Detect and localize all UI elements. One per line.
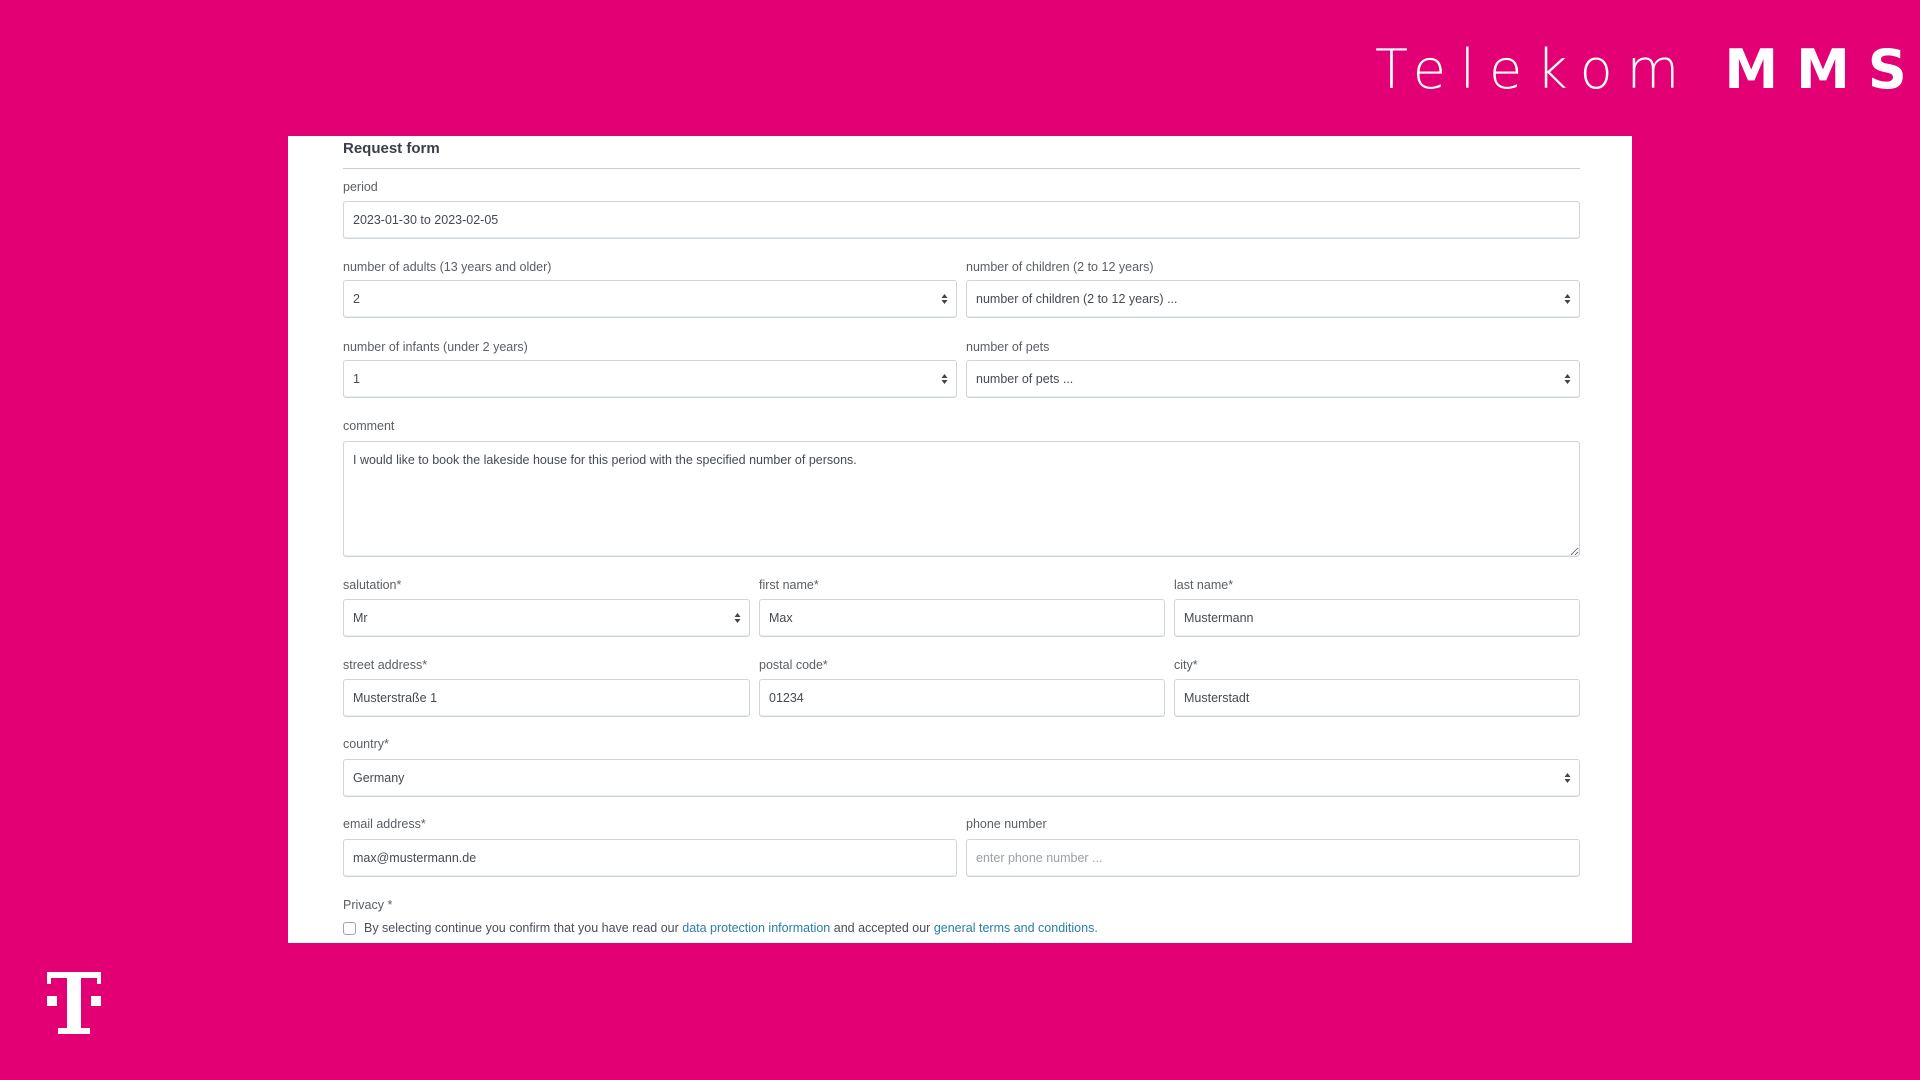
children-placeholder: number of children (2 to 12 years) ... <box>976 292 1178 306</box>
infants-select[interactable]: 1 <box>343 360 957 398</box>
children-select[interactable]: number of children (2 to 12 years) ... <box>966 280 1580 318</box>
phone-label: phone number <box>966 817 1047 831</box>
first-name-input[interactable]: Max <box>759 599 1165 637</box>
select-arrows-icon <box>734 613 741 623</box>
pets-select[interactable]: number of pets ... <box>966 360 1580 398</box>
country-select[interactable]: Germany <box>343 759 1580 797</box>
privacy-checkbox[interactable] <box>343 921 356 935</box>
pets-placeholder: number of pets ... <box>976 372 1074 386</box>
email-input[interactable]: max@mustermann.de <box>343 839 957 877</box>
phone-input[interactable]: enter phone number ... <box>966 839 1580 877</box>
terms-conditions-link[interactable]: general terms and conditions <box>934 921 1095 935</box>
email-label: email address* <box>343 817 426 831</box>
adults-label: number of adults (13 years and older) <box>343 260 552 274</box>
privacy-consent-row: By selecting continue you confirm that y… <box>343 921 1098 935</box>
country-value: Germany <box>353 771 405 785</box>
adults-value: 2 <box>353 292 360 306</box>
privacy-text-middle: and accepted our <box>830 921 934 935</box>
street-label: street address* <box>343 658 428 672</box>
brand-product: MMS <box>1724 38 1920 101</box>
period-label: period <box>343 180 378 194</box>
infants-value: 1 <box>353 372 360 386</box>
select-arrows-icon <box>1564 294 1571 304</box>
salutation-select[interactable]: Mr <box>343 599 750 637</box>
select-arrows-icon <box>1564 773 1571 783</box>
first-name-label: first name* <box>759 578 819 592</box>
salutation-label: salutation* <box>343 578 402 592</box>
last-name-input[interactable]: Mustermann <box>1174 599 1580 637</box>
select-arrows-icon <box>941 374 948 384</box>
title-divider <box>343 168 1580 169</box>
comment-textarea[interactable]: I would like to book the lakeside house … <box>343 441 1580 557</box>
privacy-label: Privacy * <box>343 898 393 912</box>
last-name-label: last name* <box>1174 578 1234 592</box>
salutation-value: Mr <box>353 611 368 625</box>
adults-select[interactable]: 2 <box>343 280 957 318</box>
form-title: Request form <box>343 140 440 157</box>
request-form-card: Request form period 2023-01-30 to 2023-0… <box>288 136 1632 943</box>
select-arrows-icon <box>1564 374 1571 384</box>
country-label: country* <box>343 737 389 751</box>
brand-company: Telekom <box>1375 38 1694 101</box>
telekom-mms-wordmark: Telekom MMS <box>1375 38 1920 101</box>
telekom-t-logo-icon <box>47 972 101 1034</box>
city-input[interactable]: Musterstadt <box>1174 679 1580 717</box>
period-input[interactable]: 2023-01-30 to 2023-02-05 <box>343 201 1580 239</box>
children-label: number of children (2 to 12 years) <box>966 260 1154 274</box>
postal-code-input[interactable]: 01234 <box>759 679 1165 717</box>
privacy-text-before: By selecting continue you confirm that y… <box>364 921 683 935</box>
street-input[interactable]: Musterstraße 1 <box>343 679 750 717</box>
data-protection-link[interactable]: data protection information <box>682 921 830 935</box>
comment-label: comment <box>343 419 395 433</box>
city-label: city* <box>1174 658 1198 672</box>
select-arrows-icon <box>941 294 948 304</box>
infants-label: number of infants (under 2 years) <box>343 340 528 354</box>
privacy-text-after: . <box>1094 921 1098 935</box>
postal-code-label: postal code* <box>759 658 828 672</box>
pets-label: number of pets <box>966 340 1050 354</box>
